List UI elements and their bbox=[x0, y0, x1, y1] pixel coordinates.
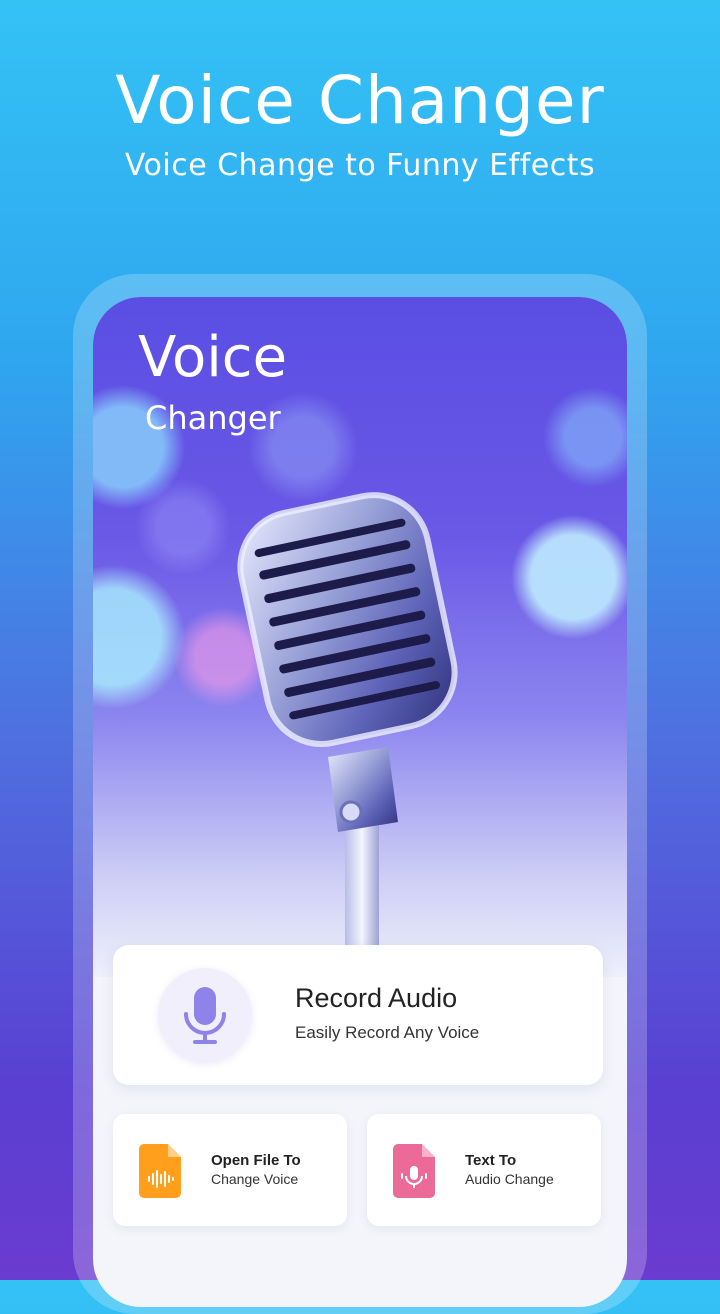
hero-banner: Voice Changer bbox=[93, 297, 627, 977]
audio-file-icon bbox=[139, 1144, 181, 1198]
text-to-audio-title: Text To bbox=[465, 1152, 517, 1169]
microphone-illustration bbox=[237, 492, 458, 962]
record-button[interactable] bbox=[158, 968, 252, 1062]
open-file-subtitle: Change Voice bbox=[211, 1171, 299, 1187]
text-to-audio-card[interactable]: Text To Audio Change bbox=[367, 1114, 601, 1226]
promo-title: Voice Changer bbox=[115, 62, 605, 139]
phone-screen: Voice Changer Record Audio Easily Record… bbox=[93, 297, 627, 1307]
text-to-audio-subtitle: Audio Change bbox=[465, 1171, 554, 1187]
open-file-card[interactable]: Open File To Change Voice bbox=[113, 1114, 347, 1226]
microphone-icon bbox=[184, 987, 226, 1044]
hero-title: Voice bbox=[138, 325, 288, 390]
mic-file-icon bbox=[393, 1144, 435, 1198]
record-audio-title: Record Audio bbox=[295, 983, 458, 1013]
open-file-title: Open File To bbox=[211, 1152, 301, 1169]
record-audio-subtitle: Easily Record Any Voice bbox=[295, 1023, 480, 1042]
promo-subtitle: Voice Change to Funny Effects bbox=[124, 148, 596, 183]
record-audio-card[interactable]: Record Audio Easily Record Any Voice bbox=[113, 945, 603, 1085]
hero-subtitle: Changer bbox=[145, 399, 281, 437]
